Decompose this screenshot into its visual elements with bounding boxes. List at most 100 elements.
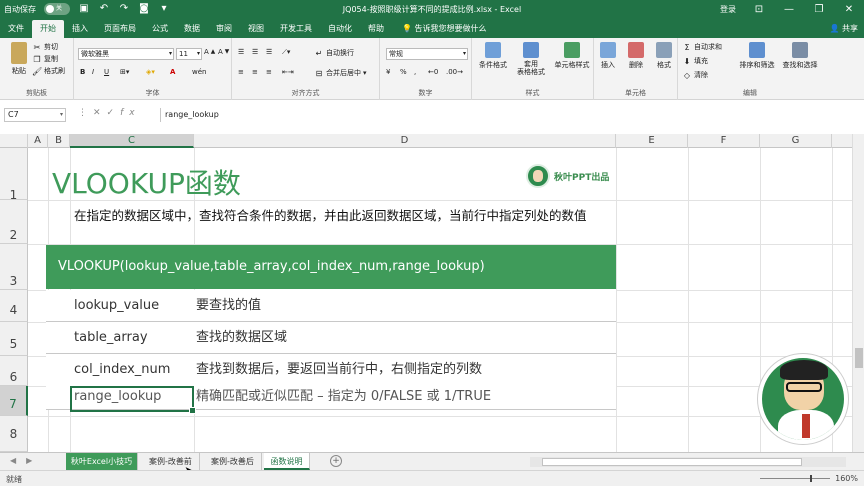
zoom-level[interactable]: 160% [835, 474, 858, 483]
tab-formulas[interactable]: 公式 [144, 20, 176, 38]
font-name-select[interactable]: 微软雅黑 ▾ [78, 48, 174, 60]
row-header-3[interactable]: 3 [0, 244, 28, 290]
currency-button[interactable]: ¥ [386, 68, 390, 76]
borders-icon[interactable]: ⊞▾ [120, 68, 129, 76]
fill-color-icon[interactable]: ◈▾ [146, 68, 155, 76]
select-all-corner[interactable] [0, 134, 28, 148]
italic-button[interactable]: I [92, 68, 94, 76]
column-header-f[interactable]: F [688, 134, 760, 148]
minimize-button[interactable]: — [774, 0, 804, 20]
column-header-d[interactable]: D [194, 134, 616, 148]
styles-group-label: 样式 [525, 89, 540, 97]
chevron-down-icon: ▾ [462, 50, 466, 57]
row-header-1[interactable]: 1 [0, 148, 28, 202]
align-middle-icon[interactable]: ☰ [252, 48, 258, 56]
close-button[interactable]: ✕ [834, 0, 864, 20]
horizontal-scroll-thumb[interactable] [542, 458, 802, 466]
decrease-decimal-icon[interactable]: .00→ [446, 68, 463, 76]
find-select-button[interactable]: 查找和选择 [778, 42, 822, 70]
horizontal-scrollbar[interactable] [530, 457, 846, 467]
align-center-icon[interactable]: ≡ [252, 68, 258, 76]
wrap-label: 自动换行 [326, 49, 354, 57]
name-box[interactable]: C7 ▾ [4, 108, 66, 122]
column-header-e[interactable]: E [616, 134, 688, 148]
column-header-a[interactable]: A [28, 134, 48, 148]
tab-view[interactable]: 视图 [240, 20, 272, 38]
sheet-tab-tips[interactable]: 秋叶Excel小技巧 [66, 453, 138, 470]
delete-cells-button[interactable]: 删除 [622, 42, 650, 70]
param-desc: 精确匹配或近似匹配 – 指定为 0/FALSE 或 1/TRUE [196, 389, 492, 404]
column-header-b[interactable]: B [48, 134, 70, 148]
active-cell-c7[interactable] [70, 386, 196, 414]
row-header-5[interactable]: 5 [0, 322, 28, 356]
tab-insert[interactable]: 插入 [64, 20, 96, 38]
bold-button[interactable]: B [80, 68, 85, 76]
paste-button[interactable]: 粘贴 [4, 42, 34, 76]
align-top-icon[interactable]: ☰ [238, 48, 244, 56]
sheet-tab-function[interactable]: 函数说明 [264, 453, 310, 470]
login-link[interactable]: 登录 [720, 4, 736, 15]
underline-button[interactable]: U [104, 68, 109, 76]
indent-icon[interactable]: ⇤⇥ [282, 68, 294, 76]
tab-data[interactable]: 数据 [176, 20, 208, 38]
tell-me-search[interactable]: 💡 告诉我您想要做什么 [402, 20, 487, 38]
enter-icon[interactable]: ✓ [107, 108, 121, 118]
wrap-text-button[interactable]: ↵ 自动换行 [314, 48, 354, 58]
format-as-table-button[interactable]: 套用 表格格式 [512, 42, 550, 76]
clear-button[interactable]: ◇ 清除 [682, 70, 708, 80]
tab-page-layout[interactable]: 页面布局 [96, 20, 144, 38]
zoom-slider[interactable] [760, 475, 830, 482]
vertical-scrollbar[interactable] [852, 134, 864, 452]
phonetic-button[interactable]: wén [192, 68, 206, 76]
share-button[interactable]: 👤 共享 [829, 20, 858, 38]
fill-button[interactable]: ⬇ 填充 [682, 56, 708, 66]
sheet-nav-arrows[interactable]: ◀▶ [10, 456, 42, 465]
cancel-icon[interactable]: ✕ [93, 108, 107, 118]
tab-file[interactable]: 文件 [0, 20, 32, 38]
fx-icon[interactable]: fx [120, 108, 141, 118]
more-icon[interactable]: ⋮ [78, 108, 93, 118]
conditional-format-button[interactable]: 条件格式 [474, 42, 512, 70]
tab-automate[interactable]: 自动化 [320, 20, 360, 38]
increase-decimal-icon[interactable]: ←0 [428, 68, 438, 76]
tab-developer[interactable]: 开发工具 [272, 20, 320, 38]
row-header-4[interactable]: 4 [0, 290, 28, 322]
insert-cells-button[interactable]: 插入 [594, 42, 622, 70]
conditional-format-icon [485, 42, 501, 58]
format-cells-button[interactable]: 格式 [650, 42, 678, 70]
align-left-icon[interactable]: ≡ [238, 68, 244, 76]
font-shrink-icon[interactable]: A ▼ [218, 48, 229, 56]
tab-review[interactable]: 审阅 [208, 20, 240, 38]
orientation-icon[interactable]: ⟋▾ [282, 48, 290, 57]
sheet-tab-after[interactable]: 案例-改善后 [204, 453, 262, 470]
format-painter-button[interactable]: 🖌 格式刷 [32, 66, 65, 76]
number-format-select[interactable]: 常规 ▾ [386, 48, 468, 60]
font-size-select[interactable]: 11 ▾ [176, 48, 202, 60]
percent-button[interactable]: % [400, 68, 407, 76]
align-right-icon[interactable]: ≡ [266, 68, 272, 76]
row-header-2[interactable]: 2 [0, 200, 28, 244]
merge-center-button[interactable]: ⊟ 合并后居中 ▾ [314, 68, 367, 78]
font-color-button[interactable]: A [170, 68, 175, 76]
vertical-scroll-thumb[interactable] [855, 348, 863, 368]
cut-button[interactable]: ✂ 剪切 [32, 42, 58, 52]
tab-home[interactable]: 开始 [32, 20, 64, 38]
tab-help[interactable]: 帮助 [360, 20, 392, 38]
add-sheet-button[interactable]: + [330, 455, 342, 467]
column-header-c[interactable]: C [70, 134, 194, 148]
row-header-8[interactable]: 8 [0, 416, 28, 452]
align-bottom-icon[interactable]: ☰ [266, 48, 272, 56]
column-header-g[interactable]: G [760, 134, 832, 148]
sort-filter-button[interactable]: 排序和筛选 [736, 42, 778, 70]
row-header-6[interactable]: 6 [0, 356, 28, 386]
merge-label: 合并后居中 [326, 69, 361, 77]
font-grow-icon[interactable]: A ▲ [204, 48, 215, 56]
restore-button[interactable]: ❐ [804, 0, 834, 20]
ribbon-display-icon[interactable]: ⊡ [744, 0, 774, 20]
row-header-7[interactable]: 7 [0, 386, 28, 416]
cell-styles-button[interactable]: 单元格样式 [550, 42, 594, 70]
copy-button[interactable]: ❐ 复制 [32, 54, 58, 64]
comma-button[interactable]: , [414, 68, 416, 76]
formula-input[interactable]: range_lookup [160, 108, 860, 122]
autosum-button[interactable]: Σ 自动求和 [682, 42, 722, 52]
